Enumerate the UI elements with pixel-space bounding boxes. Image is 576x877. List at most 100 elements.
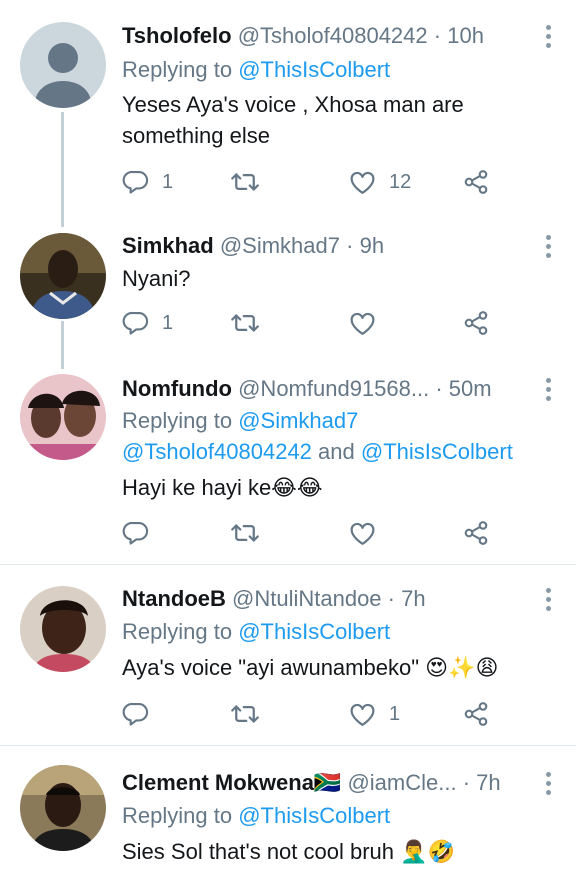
more-icon[interactable] bbox=[546, 235, 554, 262]
tweet-simkhad[interactable]: Simkhad @Simkhad7 · 9h Nyani? 1 bbox=[0, 215, 576, 369]
tweet-header: Simkhad @Simkhad7 · 9h bbox=[122, 232, 536, 260]
display-name[interactable]: Simkhad bbox=[122, 233, 214, 258]
user-handle[interactable]: @Simkhad7 bbox=[220, 233, 340, 258]
profile-photo bbox=[20, 233, 106, 319]
timestamp[interactable]: 9h bbox=[360, 233, 384, 258]
tweet-header: NtandoeB @NtuliNtandoe · 7h bbox=[122, 585, 536, 613]
tweet-actions: 1 12 bbox=[122, 167, 502, 197]
mention-link[interactable]: @Tsholof40804242 bbox=[122, 439, 312, 464]
tweet-text: Sies Sol that's not cool bruh 🤦‍♂️🤣 bbox=[122, 839, 455, 864]
tweet-actions: 1 bbox=[122, 308, 502, 338]
retweet-button[interactable] bbox=[230, 518, 260, 548]
share-icon bbox=[462, 700, 490, 728]
timestamp[interactable]: 7h bbox=[401, 586, 425, 611]
user-handle[interactable]: @Tsholof40804242 bbox=[238, 23, 428, 48]
mention-link[interactable]: @ThisIsColbert bbox=[238, 803, 390, 828]
tweet-text: Nyani? bbox=[122, 266, 191, 291]
like-button[interactable]: 1 bbox=[348, 699, 400, 729]
mention-link[interactable]: @ThisIsColbert bbox=[238, 619, 390, 644]
separator: · bbox=[462, 770, 471, 795]
profile-photo bbox=[20, 374, 106, 460]
avatar[interactable] bbox=[20, 374, 106, 460]
tweet-header: Tsholofelo @Tsholof40804242 · 10h bbox=[122, 22, 536, 50]
separator: · bbox=[387, 586, 395, 611]
tweet-text: Aya's voice "ayi awunambeko" 😍✨😩 bbox=[122, 655, 499, 680]
tweet-ntandoeb[interactable]: NtandoeB @NtuliNtandoe · 7h Replying to … bbox=[0, 565, 576, 745]
display-name[interactable]: Clement Mokwena🇿🇦 bbox=[122, 770, 341, 795]
more-icon[interactable] bbox=[546, 378, 554, 405]
mention-link[interactable]: @ThisIsColbert bbox=[238, 57, 390, 82]
replying-to: Replying to @ThisIsColbert bbox=[122, 55, 390, 85]
separator: · bbox=[433, 23, 442, 48]
replying-to-continued: @Tsholof40804242 and @ThisIsColbert bbox=[122, 437, 513, 467]
reply-icon bbox=[122, 309, 150, 337]
like-button[interactable]: 12 bbox=[348, 167, 411, 197]
replying-to: Replying to @Simkhad7 bbox=[122, 406, 358, 436]
more-icon[interactable] bbox=[546, 25, 554, 52]
retweet-button[interactable] bbox=[230, 167, 260, 197]
retweet-button[interactable] bbox=[230, 699, 260, 729]
reply-icon bbox=[122, 168, 150, 196]
more-icon[interactable] bbox=[546, 588, 554, 615]
reply-button[interactable] bbox=[122, 699, 150, 729]
separator: · bbox=[435, 376, 443, 401]
tweet-actions bbox=[122, 518, 502, 548]
like-icon bbox=[348, 168, 377, 197]
timestamp[interactable]: 50m bbox=[449, 376, 492, 401]
user-handle[interactable]: @NtuliNtandoe bbox=[232, 586, 382, 611]
like-icon bbox=[348, 700, 377, 729]
retweet-button[interactable] bbox=[230, 308, 260, 338]
display-name[interactable]: Nomfundo bbox=[122, 376, 232, 401]
thread-line bbox=[61, 112, 64, 227]
mention-link[interactable]: @Simkhad7 bbox=[238, 408, 358, 433]
avatar[interactable] bbox=[20, 233, 106, 319]
retweet-icon bbox=[230, 167, 260, 197]
reply-icon bbox=[122, 700, 150, 728]
separator: · bbox=[346, 233, 354, 258]
tweet-nomfundo[interactable]: Nomfundo @Nomfund91568... · 50m Replying… bbox=[0, 360, 576, 565]
like-count: 12 bbox=[389, 170, 412, 193]
like-button[interactable] bbox=[348, 308, 377, 338]
tweet-tsholofelo[interactable]: Tsholofelo @Tsholof40804242 · 10h Replyi… bbox=[0, 0, 576, 227]
like-count: 1 bbox=[389, 702, 401, 725]
like-button[interactable] bbox=[348, 518, 377, 548]
like-icon bbox=[348, 309, 377, 338]
replying-to-label: Replying to bbox=[122, 408, 233, 433]
share-button[interactable] bbox=[462, 518, 490, 548]
retweet-icon bbox=[230, 308, 260, 338]
share-button[interactable] bbox=[462, 308, 490, 338]
tweet-header: Nomfundo @Nomfund91568... · 50m bbox=[122, 375, 536, 403]
reply-button[interactable]: 1 bbox=[122, 167, 173, 197]
mention-link[interactable]: @ThisIsColbert bbox=[361, 439, 513, 464]
avatar[interactable] bbox=[20, 22, 106, 108]
profile-photo bbox=[20, 586, 106, 672]
avatar[interactable] bbox=[20, 765, 106, 851]
default-avatar-icon bbox=[20, 22, 106, 108]
replying-to-label: Replying to bbox=[122, 619, 233, 644]
replying-to: Replying to @ThisIsColbert bbox=[122, 617, 390, 647]
tweet-actions: 1 bbox=[122, 699, 502, 729]
tweet-text: Hayi ke hayi ke😂😂 bbox=[122, 475, 323, 500]
timestamp[interactable]: 10h bbox=[447, 23, 484, 48]
timestamp[interactable]: 7h bbox=[476, 770, 500, 795]
reply-button[interactable] bbox=[122, 518, 150, 548]
user-handle[interactable]: @iamCle... bbox=[347, 770, 456, 795]
share-icon bbox=[462, 309, 490, 337]
profile-photo bbox=[20, 765, 106, 851]
tweet-header: Clement Mokwena🇿🇦 @iamCle... · 7h bbox=[122, 769, 536, 797]
display-name[interactable]: Tsholofelo bbox=[122, 23, 232, 48]
avatar[interactable] bbox=[20, 586, 106, 672]
share-button[interactable] bbox=[462, 167, 490, 197]
user-handle[interactable]: @Nomfund91568... bbox=[238, 376, 429, 401]
share-icon bbox=[462, 519, 490, 547]
reply-button[interactable]: 1 bbox=[122, 308, 173, 338]
retweet-icon bbox=[230, 699, 260, 729]
reply-icon bbox=[122, 519, 150, 547]
tweet-text: Yeses Aya's voice , Xhosa man are someth… bbox=[122, 92, 464, 148]
replying-to-label: Replying to bbox=[122, 803, 233, 828]
more-icon[interactable] bbox=[546, 772, 554, 799]
retweet-icon bbox=[230, 518, 260, 548]
display-name[interactable]: NtandoeB bbox=[122, 586, 226, 611]
tweet-clement[interactable]: Clement Mokwena🇿🇦 @iamCle... · 7h Replyi… bbox=[0, 746, 576, 877]
share-button[interactable] bbox=[462, 699, 490, 729]
